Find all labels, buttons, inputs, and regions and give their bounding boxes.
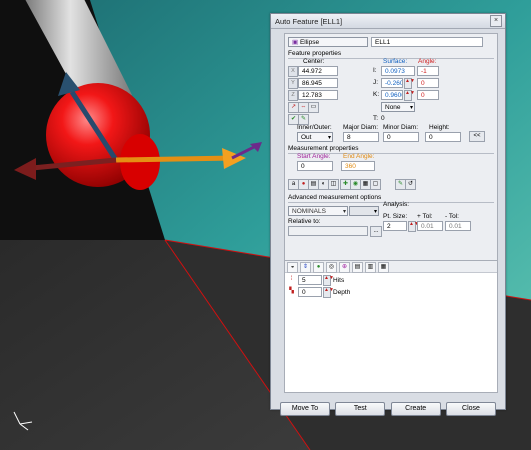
path-icon[interactable]: ◫ (328, 179, 339, 190)
browse-button[interactable]: ... (370, 226, 382, 237)
hits-label: Hits (333, 277, 345, 284)
angle-i-field[interactable]: -1 (417, 66, 439, 76)
feature-name-field[interactable]: ELL1 (371, 37, 483, 47)
hits-field[interactable]: 5 (298, 275, 322, 285)
x-axis-button[interactable]: X (288, 66, 298, 77)
auto-feature-dialog: Auto Feature [ELL1] × ▣ Ellipse ELL1 Fea… (270, 13, 506, 416)
feature-properties-header: Feature properties (288, 50, 342, 57)
start-angle-label: Start Angle: (297, 153, 331, 160)
depth-spinner-icon[interactable]: ▲▼ (323, 287, 334, 298)
inner-outer-label: Inner/Outer: (297, 124, 332, 131)
center-y-field[interactable]: 86.945 (298, 78, 338, 88)
depth-field[interactable]: 0 (298, 287, 322, 297)
none-select-value: None (385, 104, 401, 111)
relative-to-field[interactable] (288, 226, 368, 236)
feature-type-select[interactable]: ▣ Ellipse (288, 37, 368, 47)
pt-size-label: Pt. Size: (383, 213, 408, 220)
surface-k-field[interactable]: 0.9606 (381, 90, 403, 100)
analysis-label: Analysis: (383, 201, 410, 208)
hits-tabs: ◒ ⇕ ● ◎ ⊕ ▤ ▥ ▦ (285, 261, 497, 273)
measurement-properties-header: Measurement properties (288, 145, 359, 152)
feature-type-label: Ellipse (299, 39, 320, 46)
major-diam-field[interactable]: 8 (343, 132, 379, 142)
tab-axis-icon[interactable]: ⇕ (300, 262, 311, 273)
hits-icon: ⁞ (287, 275, 296, 284)
tab-sheet-icon[interactable]: ▤ (352, 262, 363, 273)
tab-sheet3-icon[interactable]: ▦ (378, 262, 389, 273)
angle-label: Angle: (418, 58, 437, 65)
chevron-down-icon: ▾ (327, 135, 331, 141)
dialog-titlebar[interactable]: Auto Feature [ELL1] × (271, 14, 505, 29)
reset-icon[interactable]: ↺ (405, 179, 416, 190)
center-z-field[interactable]: 12.783 (298, 90, 338, 100)
tab-sheet2-icon[interactable]: ▥ (365, 262, 376, 273)
height-field[interactable]: 0 (425, 132, 461, 142)
chevron-down-icon: ▾ (409, 105, 413, 111)
none-select[interactable]: None ▾ (381, 102, 415, 112)
nominals-secondary-select[interactable]: ▾ (349, 206, 379, 216)
chevron-down-icon: ▾ (373, 209, 377, 215)
tab-eye-icon[interactable]: ◎ (326, 262, 337, 273)
tab-contact-icon[interactable]: ◒ (287, 262, 298, 273)
frame-icon[interactable]: ▢ (370, 179, 381, 190)
surface-label: Surface: (383, 58, 408, 65)
ellipse-icon: ▣ (292, 39, 300, 46)
t-value: 0 (381, 115, 385, 122)
advanced-options-header: Advanced measurement options (288, 194, 382, 201)
test-button[interactable]: Test (335, 402, 386, 416)
chevron-down-icon: ▾ (342, 209, 346, 215)
depth-icon: ▚ (287, 287, 296, 296)
plus-tol-field[interactable]: 0.01 (417, 221, 443, 231)
close-button[interactable]: Close (445, 402, 496, 416)
surface-k-spinner-icon[interactable]: ▲▼ (404, 90, 415, 101)
feature-properties-panel: ▣ Ellipse ELL1 Feature properties Center… (284, 33, 498, 261)
plus-tol-label: + Tol: (417, 213, 433, 220)
dialog-close-icon[interactable]: × (490, 15, 502, 27)
surface-i-field[interactable]: 0.0973 (381, 66, 415, 76)
k-label: K: (373, 91, 380, 98)
minor-diam-field[interactable]: 0 (383, 132, 419, 142)
y-axis-button[interactable]: Y (288, 78, 298, 89)
z-axis-button[interactable]: Z (288, 90, 298, 101)
move-to-button[interactable]: Move To (280, 402, 330, 416)
dialog-title: Auto Feature [ELL1] (275, 16, 343, 26)
surface-j-spinner-icon[interactable]: ▲▼ (404, 78, 415, 89)
nominals-select[interactable]: NOMINALS ▾ (288, 206, 348, 216)
tab-crosshair-icon[interactable]: ⊕ (339, 262, 350, 273)
angle-j-field[interactable]: 0 (417, 78, 439, 88)
pt-size-spinner-icon[interactable]: ▲▼ (408, 221, 419, 232)
inner-outer-select[interactable]: Out ▾ (297, 132, 333, 142)
major-diam-label: Major Diam: (343, 124, 379, 131)
hits-panel: ◒ ⇕ ● ◎ ⊕ ▤ ▥ ▦ ⁞ 5 ▲▼ Hits ▚ 0 ▲▼ Depth (284, 260, 498, 393)
minor-diam-label: Minor Diam: (383, 124, 419, 131)
depth-label: Depth (333, 289, 351, 296)
center-label: Center: (303, 58, 325, 65)
measure-tool-icon[interactable]: ▭ (308, 102, 319, 113)
dialog-button-row: Move To Test Create Close (280, 402, 496, 416)
center-x-field[interactable]: 44.972 (298, 66, 338, 76)
inner-outer-value: Out (301, 134, 312, 141)
end-angle-label: End Angle: (343, 153, 375, 160)
surface-j-field[interactable]: -0.2605 (381, 78, 403, 88)
height-label: Height: (429, 124, 450, 131)
tab-sphere-icon[interactable]: ● (313, 262, 324, 273)
j-label: J: (373, 79, 379, 86)
minus-tol-label: - Tol: (445, 213, 459, 220)
end-angle-field[interactable]: 360 (341, 161, 375, 171)
t-label: T: (373, 115, 379, 122)
collapse-button[interactable]: << (469, 131, 485, 142)
create-button[interactable]: Create (390, 402, 441, 416)
pt-size-field[interactable]: 2 (383, 221, 407, 231)
angle-k-field[interactable]: 0 (417, 90, 439, 100)
i-label: I: (373, 67, 377, 74)
start-angle-field[interactable]: 0 (297, 161, 333, 171)
relative-to-label: Relative to: (288, 218, 321, 225)
hits-spinner-icon[interactable]: ▲▼ (323, 275, 334, 286)
minus-tol-field[interactable]: 0.01 (445, 221, 471, 231)
nominals-value: NOMINALS (292, 208, 326, 215)
